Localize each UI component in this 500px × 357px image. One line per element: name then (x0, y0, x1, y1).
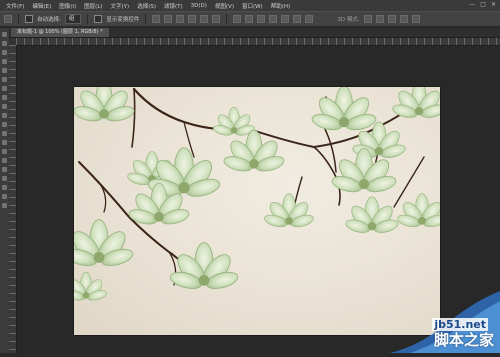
show-transform-label: 显示变换控件 (106, 17, 140, 23)
horizontal-ruler[interactable] (16, 38, 500, 46)
healing-tool-icon[interactable] (2, 86, 7, 91)
marquee-tool-icon[interactable] (2, 41, 7, 46)
divider (87, 14, 89, 24)
minimize-button[interactable]: — (469, 1, 475, 8)
document-tab[interactable]: 未标题-1 @ 100% (图层 1, RGB/8) * (11, 28, 109, 37)
rotate-3d-icon[interactable] (363, 15, 372, 23)
menu-window[interactable]: 窗口(W) (242, 2, 263, 10)
divider (226, 14, 228, 24)
close-button[interactable]: ✕ (491, 1, 496, 8)
pen-tool-icon[interactable] (2, 158, 7, 163)
options-bar: 自动选择: 组 显示变换控件 3D 模式: (0, 11, 500, 27)
crop-tool-icon[interactable] (2, 68, 7, 73)
scale-3d-icon[interactable] (411, 15, 420, 23)
align-bottom-icon[interactable] (176, 15, 185, 23)
dodge-tool-icon[interactable] (2, 149, 7, 154)
mode-3d-label: 3D 模式: (337, 17, 360, 23)
auto-align-icon[interactable] (305, 15, 314, 23)
show-transform-checkbox[interactable] (94, 15, 103, 23)
menu-type[interactable]: 文字(Y) (111, 2, 130, 10)
magnolia-painting (74, 87, 440, 303)
move-tool-icon[interactable] (4, 15, 12, 23)
brush-tool-icon[interactable] (2, 95, 7, 100)
watermark-text: 脚本之家 (433, 331, 494, 349)
menu-file[interactable]: 文件(F) (6, 2, 24, 10)
distribute-right-icon[interactable] (293, 15, 302, 23)
path-select-tool-icon[interactable] (2, 176, 7, 181)
hand-tool-icon[interactable] (2, 194, 7, 199)
menu-select[interactable]: 选择(S) (137, 2, 156, 10)
menu-layer[interactable]: 图层(L) (84, 2, 102, 10)
maximize-button[interactable]: □ (480, 1, 486, 8)
history-brush-tool-icon[interactable] (2, 113, 7, 118)
window-controls: — □ ✕ (469, 1, 496, 8)
eyedropper-tool-icon[interactable] (2, 77, 7, 82)
blur-tool-icon[interactable] (2, 140, 7, 145)
align-top-icon[interactable] (152, 15, 161, 23)
move-tool-icon[interactable] (2, 32, 7, 37)
slide-3d-icon[interactable] (399, 15, 408, 23)
menu-bar: 文件(F) 编辑(E) 图像(I) 图层(L) 文字(Y) 选择(S) 滤镜(T… (0, 0, 500, 11)
divider (18, 14, 19, 24)
document-tab-bar: 未标题-1 @ 100% (图层 1, RGB/8) * (9, 28, 500, 38)
distribute-center-icon[interactable] (281, 15, 290, 23)
vertical-ruler[interactable] (9, 45, 17, 353)
roll-3d-icon[interactable] (375, 15, 384, 23)
clone-stamp-tool-icon[interactable] (2, 104, 7, 109)
document-canvas[interactable] (74, 87, 440, 335)
menu-image[interactable]: 图像(I) (59, 2, 76, 10)
menu-filter[interactable]: 滤镜(T) (164, 2, 183, 10)
align-left-icon[interactable] (188, 15, 197, 23)
auto-select-label: 自动选择: (37, 17, 61, 23)
menu-edit[interactable]: 编辑(E) (32, 2, 51, 10)
align-right-icon[interactable] (212, 15, 221, 23)
watermark: jb51.net 脚本之家 (390, 291, 500, 353)
divider (145, 14, 147, 24)
menu-3d[interactable]: 3D(D) (191, 3, 207, 9)
auto-select-checkbox[interactable] (25, 15, 33, 23)
ruler-corner (9, 38, 16, 45)
distribute-top-icon[interactable] (233, 15, 242, 23)
auto-select-dropdown[interactable]: 组 (64, 14, 82, 24)
menu-help[interactable]: 帮助(H) (271, 2, 290, 10)
distribute-bottom-icon[interactable] (257, 15, 266, 23)
shape-tool-icon[interactable] (2, 185, 7, 190)
type-tool-icon[interactable] (2, 167, 7, 172)
eraser-tool-icon[interactable] (2, 122, 7, 127)
align-center-icon[interactable] (200, 15, 209, 23)
zoom-tool-icon[interactable] (2, 203, 7, 208)
quick-select-tool-icon[interactable] (2, 59, 7, 64)
drag-3d-icon[interactable] (387, 15, 396, 23)
menu-view[interactable]: 视图(V) (215, 2, 234, 10)
distribute-left-icon[interactable] (269, 15, 278, 23)
lasso-tool-icon[interactable] (2, 50, 7, 55)
gradient-tool-icon[interactable] (2, 131, 7, 136)
distribute-middle-icon[interactable] (245, 15, 254, 23)
align-middle-icon[interactable] (164, 15, 173, 23)
